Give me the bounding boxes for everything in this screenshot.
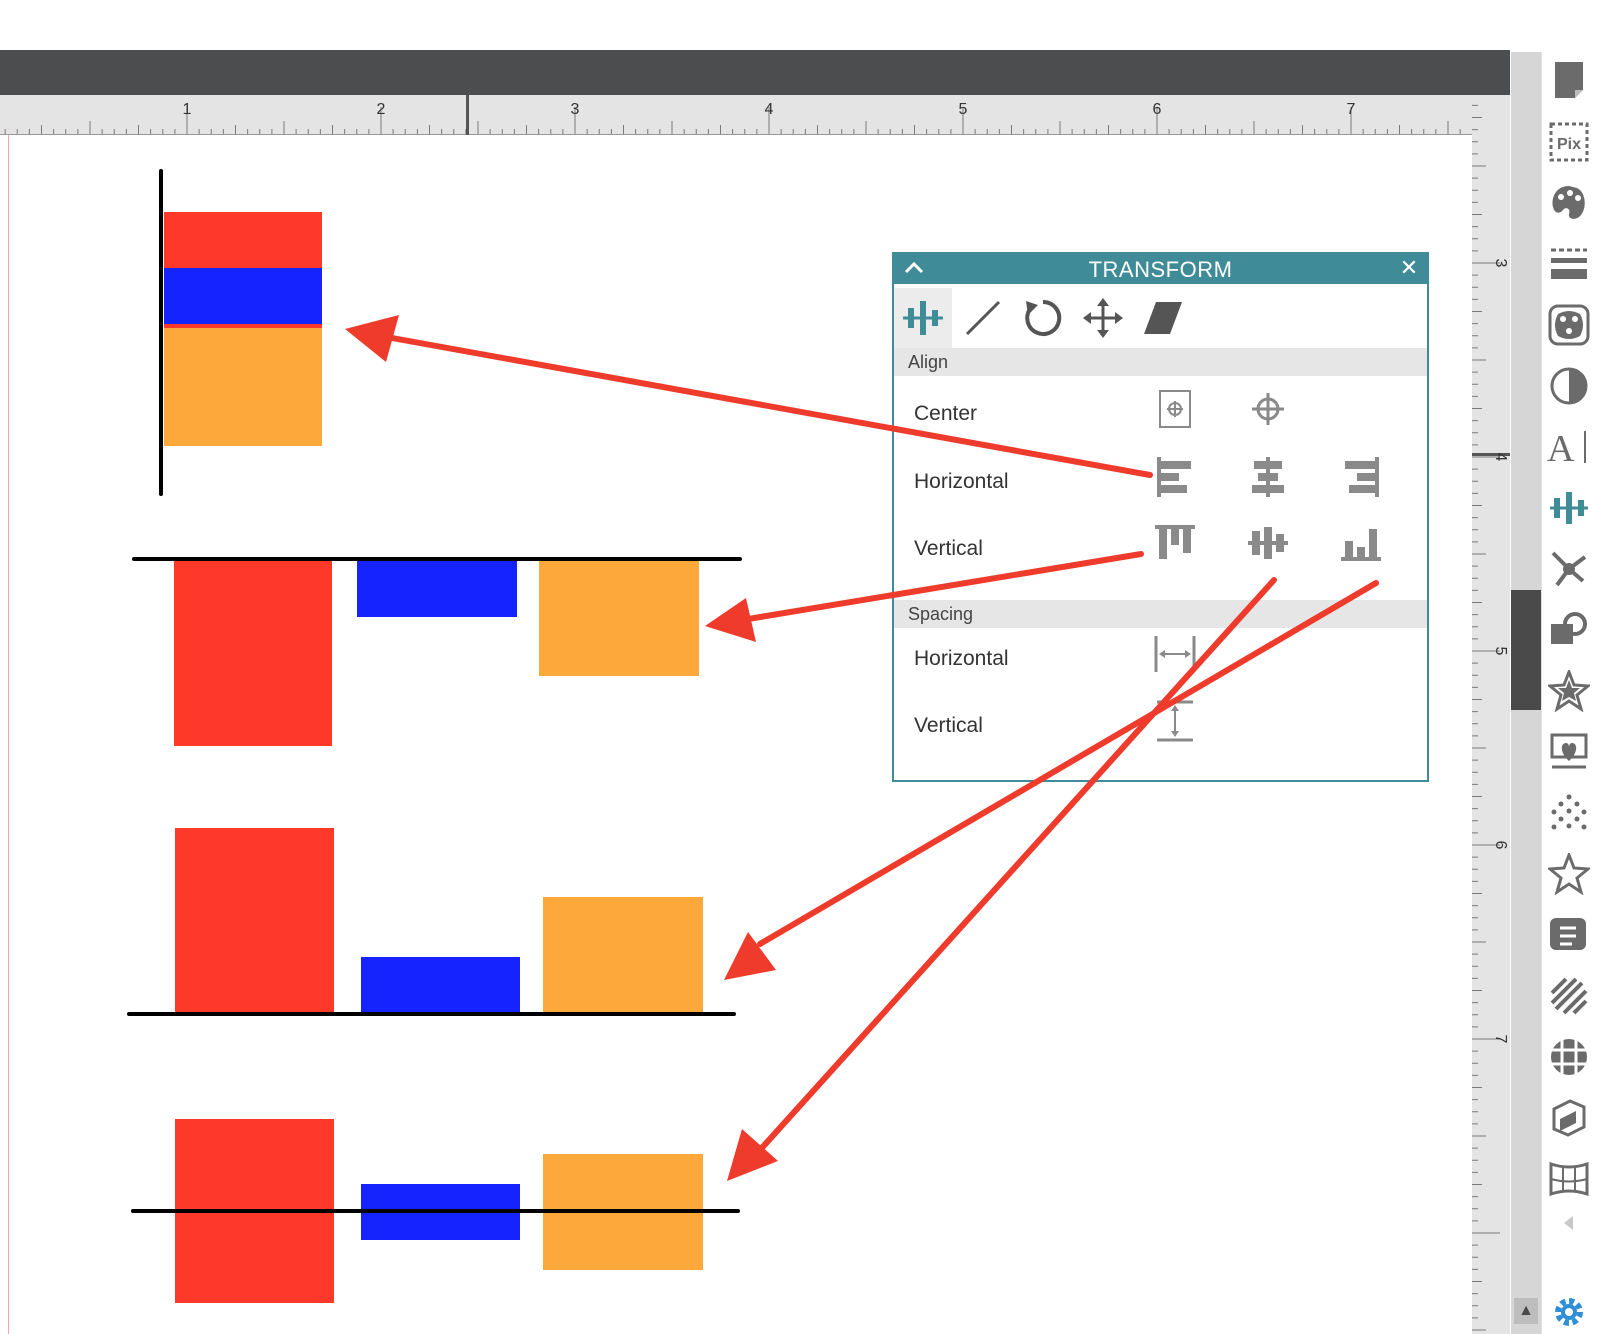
align-horizontal-label: Horizontal bbox=[914, 470, 1009, 493]
tab-shear[interactable] bbox=[1134, 288, 1192, 348]
spacing-section-header: Spacing bbox=[894, 600, 1427, 628]
bottom-aligned-group bbox=[127, 828, 736, 1016]
middle-aligned-group bbox=[131, 1119, 740, 1303]
modify-icon[interactable] bbox=[1546, 605, 1592, 655]
top-toolbar bbox=[0, 50, 1510, 95]
move-icon bbox=[1083, 298, 1123, 338]
close-icon[interactable]: ✕ bbox=[1397, 256, 1421, 280]
warp-icon[interactable] bbox=[1546, 1154, 1592, 1204]
trace-icon[interactable] bbox=[1546, 727, 1592, 777]
grid-icon[interactable] bbox=[1546, 1032, 1592, 1082]
align-right-button[interactable] bbox=[1338, 454, 1384, 500]
space-vertical-button[interactable] bbox=[1152, 698, 1198, 744]
align-icon bbox=[903, 301, 943, 335]
align-middle-vertical-icon bbox=[1248, 527, 1288, 559]
ruler-number: 4 bbox=[765, 101, 774, 118]
contrast-icon[interactable] bbox=[1546, 361, 1592, 411]
replicate-icon[interactable] bbox=[1546, 544, 1592, 594]
tab-rotate[interactable] bbox=[1014, 288, 1072, 348]
align-top-button[interactable] bbox=[1152, 520, 1198, 566]
left-aligned-group bbox=[159, 169, 322, 496]
settings-gear-icon[interactable] bbox=[1546, 1290, 1592, 1334]
align-center-horizontal-button[interactable] bbox=[1245, 454, 1291, 500]
panel-header: TRANSFORM ✕ bbox=[894, 254, 1427, 284]
vertical-ruler: 3 4 5 6 7 bbox=[1472, 95, 1510, 1334]
ruler-number: 6 bbox=[1492, 841, 1509, 850]
align-center-horizontal-icon bbox=[1252, 457, 1284, 497]
emboss-icon[interactable] bbox=[1546, 910, 1592, 960]
align-section-header: Align bbox=[894, 348, 1427, 376]
transform-panel: TRANSFORM ✕ Align Center Horizontal Vert… bbox=[892, 252, 1429, 782]
blue-rectangle bbox=[357, 560, 517, 617]
scrollbar-thumb[interactable] bbox=[1511, 590, 1541, 710]
center-page-icon bbox=[1159, 390, 1191, 428]
line-style-icon[interactable] bbox=[1546, 239, 1592, 289]
scroll-arrow-icon[interactable]: ▲ bbox=[1514, 1298, 1538, 1324]
center-on-page-button[interactable] bbox=[1152, 386, 1198, 432]
collapse-arrow-icon[interactable] bbox=[1546, 1208, 1592, 1238]
3d-box-icon[interactable] bbox=[1546, 1093, 1592, 1143]
horizontal-ruler: 1 2 3 4 5 6 7 bbox=[0, 95, 1510, 135]
tab-scale[interactable] bbox=[954, 288, 1012, 348]
space-horizontal-button[interactable] bbox=[1152, 631, 1198, 677]
space-vertical-icon bbox=[1157, 700, 1193, 742]
ruler-number: 4 bbox=[1492, 453, 1509, 462]
tab-move[interactable] bbox=[1074, 288, 1132, 348]
blue-rectangle bbox=[361, 957, 520, 1014]
fill-color-icon[interactable] bbox=[1546, 178, 1592, 228]
ruler-number: 3 bbox=[571, 101, 580, 118]
image-effects-icon[interactable] bbox=[1546, 300, 1592, 350]
orange-rectangle bbox=[543, 897, 703, 1014]
star-outline-icon[interactable] bbox=[1546, 849, 1592, 899]
pixscan-icon[interactable]: Pix bbox=[1546, 117, 1592, 167]
ruler-number: 5 bbox=[959, 101, 968, 118]
svg-text:Pix: Pix bbox=[1557, 136, 1581, 153]
shear-icon bbox=[1144, 302, 1182, 334]
red-rectangle bbox=[164, 212, 322, 268]
red-rectangle bbox=[175, 828, 334, 1014]
transform-icon[interactable] bbox=[1546, 483, 1592, 533]
hatch-icon[interactable] bbox=[1546, 971, 1592, 1021]
orange-rectangle bbox=[539, 560, 699, 676]
panel-title: TRANSFORM bbox=[1088, 257, 1233, 282]
align-bottom-icon bbox=[1341, 529, 1381, 561]
ruler-number: 2 bbox=[377, 101, 386, 118]
align-middle-vertical-button[interactable] bbox=[1245, 520, 1291, 566]
blue-rectangle bbox=[164, 268, 322, 326]
align-top-icon bbox=[1155, 525, 1195, 559]
ruler-number: 1 bbox=[183, 101, 192, 118]
crosshair-icon bbox=[1252, 393, 1284, 425]
ruler-number: 7 bbox=[1492, 1035, 1509, 1044]
scale-icon bbox=[965, 300, 1001, 336]
text-style-icon[interactable]: A bbox=[1546, 422, 1592, 472]
spacing-vertical-label: Vertical bbox=[914, 714, 983, 737]
ruler-number: 6 bbox=[1153, 101, 1162, 118]
align-vertical-label: Vertical bbox=[914, 537, 983, 560]
align-right-icon bbox=[1345, 457, 1379, 497]
ruler-number: 5 bbox=[1492, 647, 1509, 656]
offset-star-icon[interactable] bbox=[1546, 666, 1592, 716]
top-aligned-group bbox=[132, 557, 742, 746]
rotate-icon bbox=[1025, 299, 1062, 336]
tab-align[interactable] bbox=[894, 288, 952, 348]
sketch-dots-icon[interactable] bbox=[1546, 788, 1592, 838]
spacing-horizontal-label: Horizontal bbox=[914, 647, 1009, 670]
center-on-origin-button[interactable] bbox=[1245, 386, 1291, 432]
space-horizontal-icon bbox=[1154, 636, 1196, 672]
orange-rectangle bbox=[164, 326, 322, 446]
page-setup-icon[interactable] bbox=[1546, 55, 1592, 105]
align-left-icon bbox=[1157, 457, 1191, 497]
red-rectangle bbox=[174, 560, 332, 746]
ruler-number: 7 bbox=[1347, 101, 1356, 118]
align-bottom-button[interactable] bbox=[1338, 520, 1384, 566]
ruler-number: 3 bbox=[1492, 259, 1509, 268]
svg-text:A: A bbox=[1547, 428, 1575, 467]
center-label: Center bbox=[914, 402, 978, 425]
align-left-button[interactable] bbox=[1152, 454, 1198, 500]
